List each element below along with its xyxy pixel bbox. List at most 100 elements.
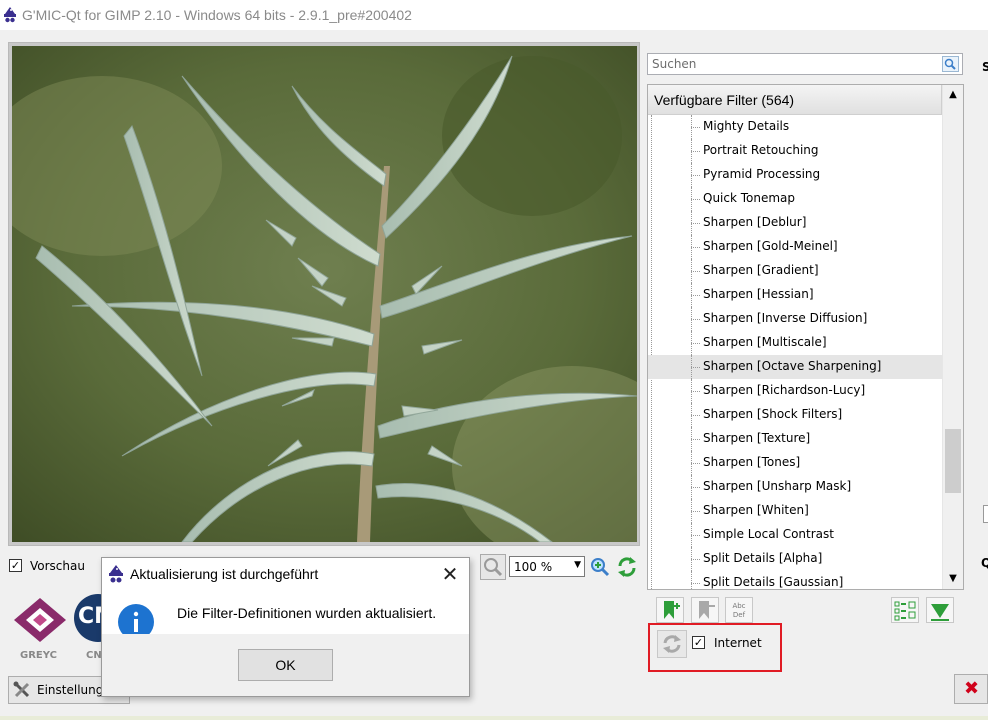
svg-text:Abc: Abc	[732, 602, 745, 610]
filter-tree-scrollbar[interactable]: ▲ ▼	[942, 85, 963, 589]
filter-item-label: Mighty Details	[703, 119, 790, 133]
filter-item[interactable]: Quick Tonemap	[648, 187, 942, 211]
search-input[interactable]: Suchen	[647, 53, 963, 75]
zoom-in-icon	[591, 558, 610, 577]
filter-item-label: Quick Tonemap	[703, 191, 796, 205]
filter-item[interactable]: Sharpen [Shock Filters]	[648, 403, 942, 427]
update-filters-button[interactable]	[657, 630, 687, 658]
cancel-button[interactable]: ✖	[954, 674, 988, 704]
filter-item-label: Sharpen [Whiten]	[703, 503, 809, 517]
remove-favorite-button[interactable]	[691, 597, 719, 623]
filter-item[interactable]: Sharpen [Inverse Diffusion]	[648, 307, 942, 331]
tree-guide-hook	[691, 511, 700, 513]
close-icon[interactable]: ✕	[434, 560, 466, 588]
tree-guide-hook	[691, 415, 700, 417]
filter-item-label: Sharpen [Multiscale]	[703, 335, 827, 349]
search-placeholder: Suchen	[652, 57, 697, 71]
filter-item-label: Portrait Retouching	[703, 143, 819, 157]
tree-guide-hook	[691, 319, 700, 321]
tree-guide-hook	[691, 439, 700, 441]
tools-icon	[13, 681, 31, 699]
filter-item[interactable]: Sharpen [Deblur]	[648, 211, 942, 235]
tree-guide-hook	[691, 463, 700, 465]
search-icon[interactable]	[942, 56, 959, 72]
filter-item[interactable]: Pyramid Processing	[648, 163, 942, 187]
tree-guide-line	[691, 571, 693, 589]
filter-item-label: Sharpen [Texture]	[703, 431, 811, 445]
tree-guide-hook	[691, 583, 700, 585]
filter-item-label: Sharpen [Tones]	[703, 455, 801, 469]
preview-image[interactable]	[12, 46, 637, 542]
scroll-up-icon[interactable]: ▲	[943, 85, 963, 105]
tree-expand-icon	[894, 601, 916, 621]
refresh-preview-button[interactable]	[615, 554, 639, 580]
edge-label-q: Q	[981, 556, 988, 570]
filter-item[interactable]: Sharpen [Octave Sharpening]	[648, 355, 942, 379]
tree-guide-hook	[691, 271, 700, 273]
edge-input[interactable]	[983, 505, 988, 523]
filter-item-label: Sharpen [Shock Filters]	[703, 407, 843, 421]
chevron-down-icon: ▼	[574, 560, 581, 570]
expand-collapse-tree-button[interactable]	[891, 597, 919, 623]
filter-item[interactable]: Mighty Details	[648, 115, 942, 139]
tree-guide-hook	[691, 535, 700, 537]
ok-button[interactable]: OK	[238, 649, 333, 681]
filter-tree-header[interactable]: Verfügbare Filter (564)	[648, 85, 942, 115]
tree-guide-hook	[691, 223, 700, 225]
add-favorite-icon	[664, 601, 680, 619]
filter-list: Mighty Details Portrait Retouching Pyramid…	[648, 115, 942, 589]
tree-guide-hook	[691, 559, 700, 561]
update-complete-dialog: Aktualisierung ist durchgeführt ✕ Die Fi…	[101, 557, 470, 697]
rename-favorite-button[interactable]: Abc Def	[725, 597, 753, 623]
scroll-down-icon[interactable]: ▼	[943, 569, 963, 589]
filter-item-label: Split Details [Gaussian]	[703, 575, 844, 589]
rename-icon: Abc Def	[732, 602, 745, 619]
filter-item-label: Sharpen [Deblur]	[703, 215, 807, 229]
remove-favorite-icon	[699, 601, 715, 619]
tree-guide-hook	[691, 343, 700, 345]
cnrs-logo-caption: CN	[86, 650, 102, 661]
preview-checkbox[interactable]: ✓	[9, 559, 22, 572]
zoom-in-button[interactable]	[588, 554, 612, 580]
filter-item-label: Split Details [Alpha]	[703, 551, 823, 565]
filter-item[interactable]: Sharpen [Whiten]	[648, 499, 942, 523]
filter-item-label: Sharpen [Gradient]	[703, 263, 819, 277]
zoom-select[interactable]: 100 % ▼	[509, 556, 585, 577]
filter-item[interactable]: Sharpen [Multiscale]	[648, 331, 942, 355]
tree-guide-hook	[691, 127, 700, 129]
edge-label-s: S	[982, 60, 988, 74]
window-title: G'MIC-Qt for GIMP 2.10 - Windows 64 bits…	[22, 7, 412, 23]
filter-item[interactable]: Simple Local Contrast	[648, 523, 942, 547]
filter-item-label: Sharpen [Gold-Meinel]	[703, 239, 838, 253]
filter-item-label: Sharpen [Octave Sharpening]	[703, 359, 882, 373]
magnifier-icon	[484, 558, 503, 577]
visible-filters-button[interactable]	[926, 597, 954, 623]
filter-item[interactable]: Split Details [Alpha]	[648, 547, 942, 571]
preview-checkbox-label: Vorschau	[30, 559, 85, 573]
gmic-wizard-icon	[107, 564, 125, 584]
filter-item[interactable]: Sharpen [Hessian]	[648, 283, 942, 307]
tree-guide-hook	[691, 391, 700, 393]
arrow-down-icon	[931, 604, 949, 621]
zoom-value: 100 %	[514, 560, 553, 574]
filter-item[interactable]: Portrait Retouching	[648, 139, 942, 163]
filter-item[interactable]: Sharpen [Gold-Meinel]	[648, 235, 942, 259]
filter-tree[interactable]: Verfügbare Filter (564) Mighty Details Po…	[647, 84, 964, 590]
scrollbar-thumb[interactable]	[945, 429, 961, 493]
tree-guide-hook	[691, 487, 700, 489]
tree-guide-hook	[691, 367, 700, 369]
filter-item[interactable]: Sharpen [Unsharp Mask]	[648, 475, 942, 499]
filter-item[interactable]: Sharpen [Richardson-Lucy]	[648, 379, 942, 403]
zoom-out-button[interactable]	[480, 554, 506, 580]
internet-checkbox[interactable]: ✓	[692, 636, 705, 649]
filter-item[interactable]: Sharpen [Texture]	[648, 427, 942, 451]
filter-item[interactable]: Sharpen [Tones]	[648, 451, 942, 475]
dialog-message: Die Filter-Definitionen wurden aktualisi…	[177, 605, 437, 621]
add-favorite-button[interactable]	[656, 597, 684, 623]
dialog-footer: OK	[102, 634, 469, 696]
filter-item[interactable]: Sharpen [Gradient]	[648, 259, 942, 283]
filter-item[interactable]: Split Details [Gaussian]	[648, 571, 942, 589]
bottom-strip	[0, 716, 988, 720]
tree-guide-hook	[691, 151, 700, 153]
filter-item-label: Sharpen [Inverse Diffusion]	[703, 311, 868, 325]
